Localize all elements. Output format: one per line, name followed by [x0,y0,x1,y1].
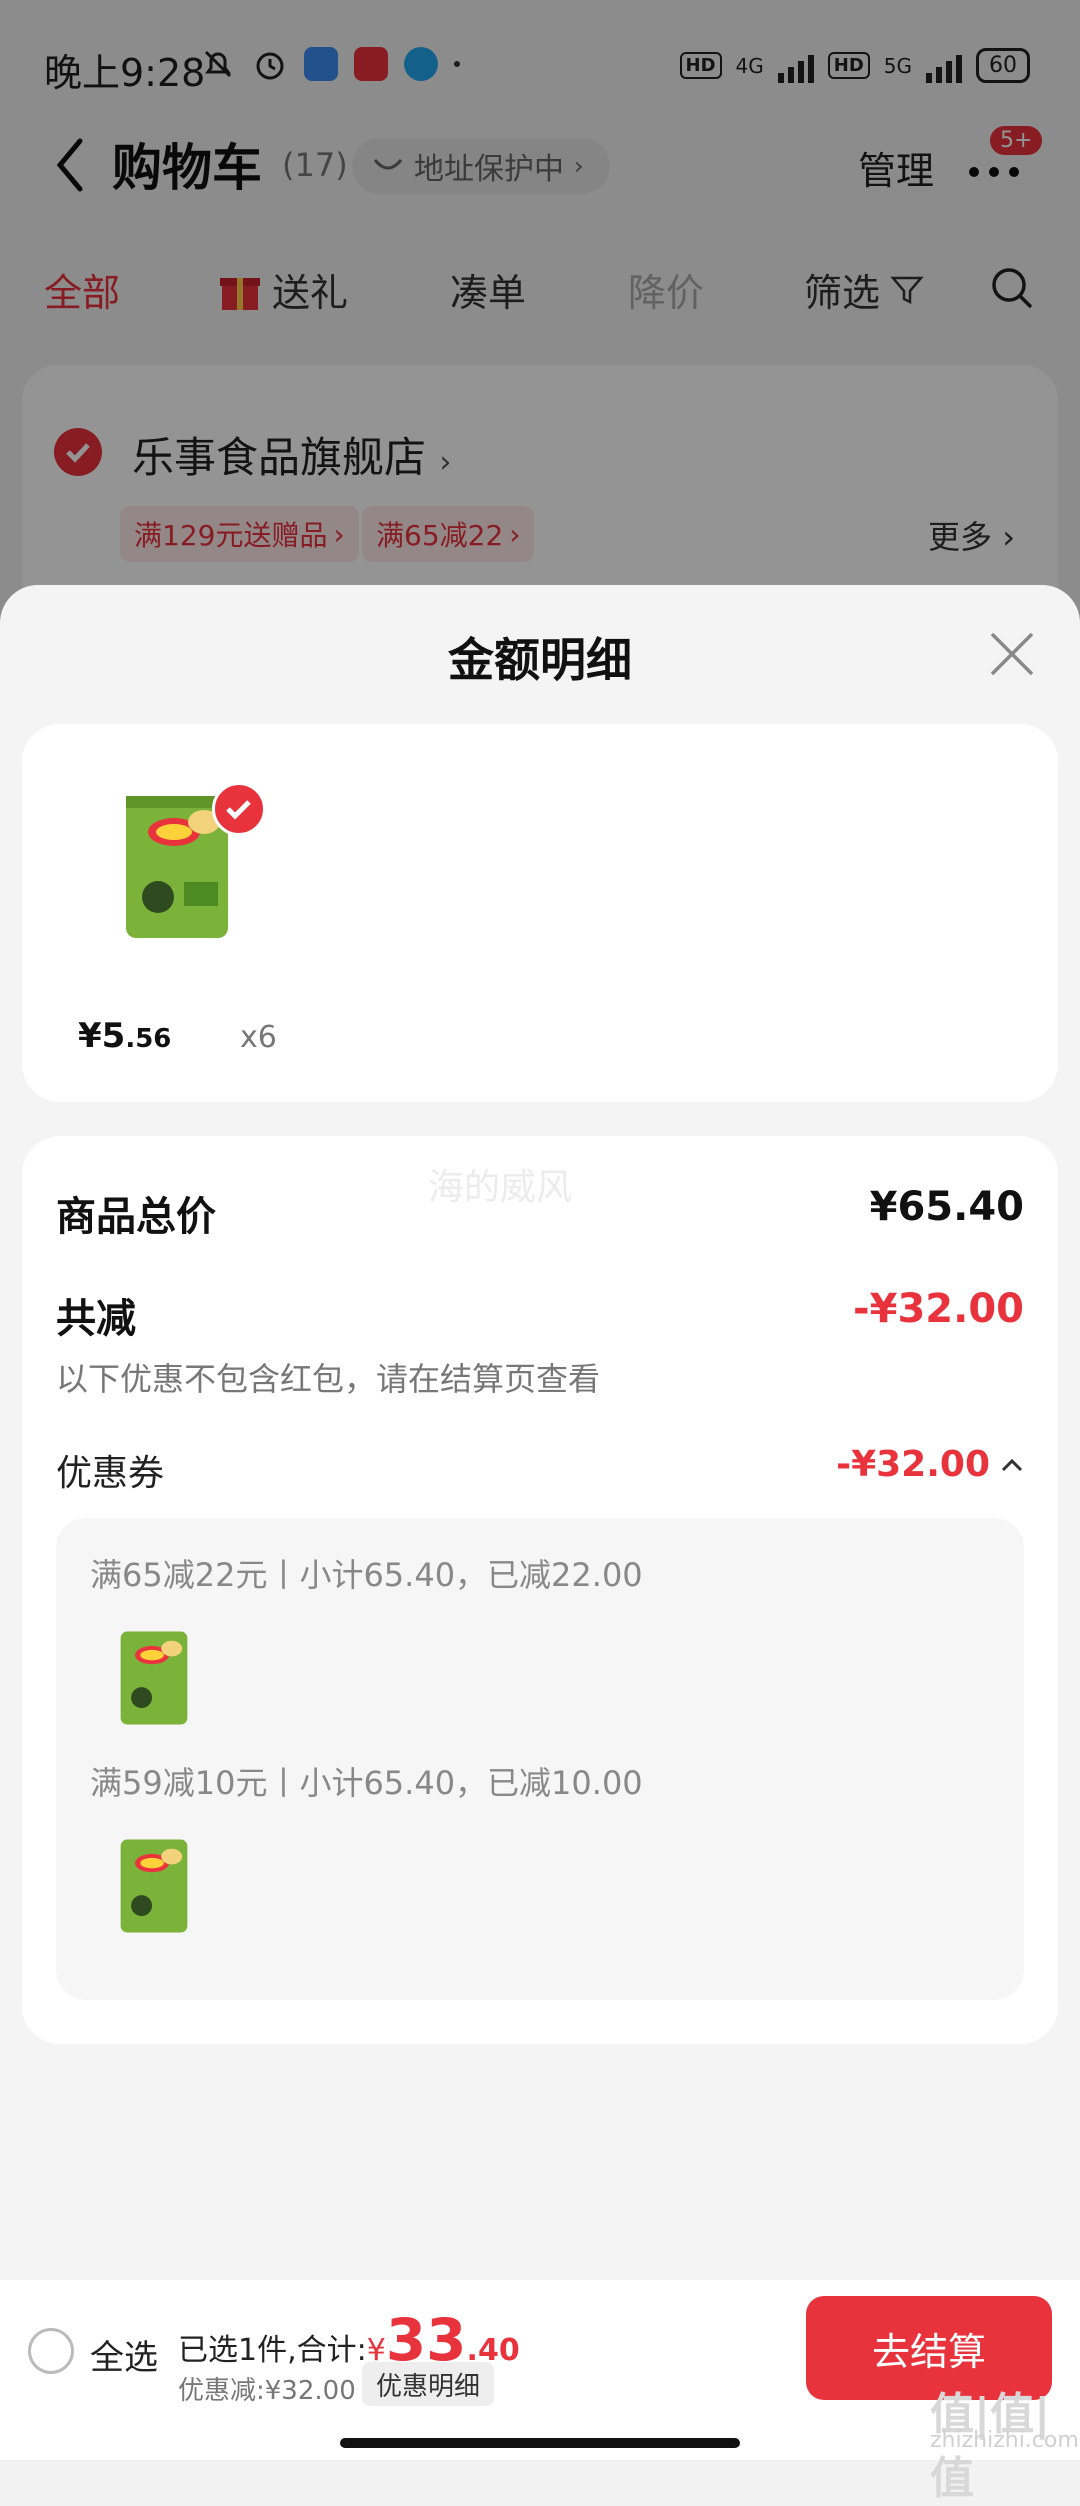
discount-detail-button[interactable]: 优惠明细 [362,2362,495,2406]
chevron-up-icon [1001,1458,1023,1471]
site-url: zhizhizhi.com [930,2428,1079,2453]
coupon-1-product-image [120,1631,188,1725]
select-all-label[interactable]: 全选 [90,2330,158,2379]
total-price-label: 商品总价 [56,1194,216,1240]
summary-prefix: 已选1件,合计: [178,2333,367,2368]
total-price-value: ¥65.40 [869,1184,1024,1230]
coupon-value[interactable]: -¥32.00 [836,1444,1024,1485]
coupon-label: 优惠券 [56,1453,165,1494]
product-price: ¥5.56 [78,1016,172,1056]
select-all-checkbox[interactable] [28,2328,74,2374]
product-quantity: x6 [240,1020,277,1055]
watermark: 海的威风 [428,1167,573,1208]
sheet-title: 金额明细 [448,633,632,687]
total-reduce-label: 共减 [56,1296,136,1342]
coupon-item-2: 满59减10元丨小计65.40，已减10.00 [90,1764,643,1802]
coupon-2-product-image [120,1839,188,1933]
discount-summary: 优惠减:¥32.00 [178,2376,356,2406]
coupon-item-1: 满65减22元丨小计65.40，已减22.00 [90,1556,643,1594]
home-indicator[interactable] [340,2438,740,2448]
product-check-icon[interactable] [212,782,266,836]
close-icon[interactable] [986,628,1038,680]
reduce-note: 以下优惠不包含红包，请在结算页查看 [56,1360,601,1398]
total-reduce-value: -¥32.00 [853,1286,1024,1332]
